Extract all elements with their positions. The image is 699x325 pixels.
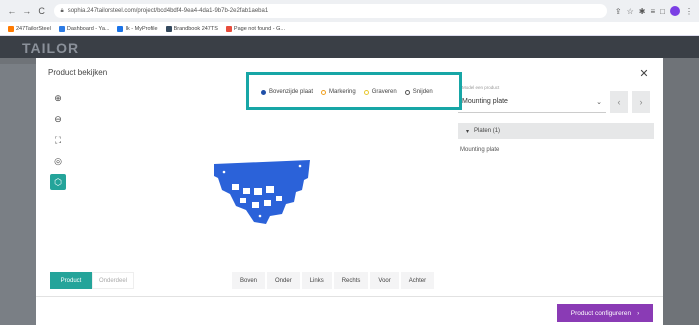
more-icon[interactable]: ⋮ [685,7,693,16]
zoom-out-icon[interactable]: ⊖ [50,111,66,127]
window-icon[interactable]: □ [660,7,665,16]
close-button[interactable]: ✕ [637,66,651,80]
product-part-toggle: Product Onderdeel [50,272,134,289]
browser-toolbar: ← → C 🔒︎ sophia.247tailorsteel.com/proje… [0,0,699,22]
app-logo: TAILOR [22,40,80,56]
bookmark-favicon-icon [8,25,14,32]
next-product-button[interactable]: › [632,90,650,113]
view-direction-bar: Boven Onder Links Rechts Voor Achter [232,272,435,289]
plate-hole [222,170,226,174]
url-text: sophia.247tailorsteel.com/project/bcd4bd… [67,8,269,14]
caret-down-icon: ▾ [466,128,470,135]
plate-list-item[interactable]: Mounting plate [458,147,654,153]
bookmarks-bar: 247TailorSteel Dashboard - Ya... Ik - MyPr… [0,22,699,36]
view-voor-button[interactable]: Voor [370,272,399,289]
fit-view-icon[interactable]: ⛶ [50,132,66,148]
legend-highlight-box [246,72,462,110]
address-bar[interactable]: 🔒︎ sophia.247tailorsteel.com/project/bcd… [54,4,607,18]
extensions-icon[interactable]: ✱ [639,7,646,16]
profile-avatar[interactable] [669,6,680,16]
tab-product[interactable]: Product [50,272,92,289]
plates-section-header[interactable]: ▾ Platen (1) [458,123,654,139]
view-links-button[interactable]: Links [301,272,332,289]
part-3d-model[interactable] [212,158,312,226]
view-rechts-button[interactable]: Rechts [333,272,369,289]
bookmark-label: 247TailorSteel [16,25,51,32]
bookmark-favicon-icon [165,25,172,32]
view-boven-button[interactable]: Boven [232,272,266,289]
product-sidebar: Model een product Mounting plate ⌄ ‹ › ▾… [458,85,654,153]
plates-header-label: Platen (1) [474,128,501,134]
view-onder-button[interactable]: Onder [267,272,300,289]
plate-hole [240,198,246,203]
previous-product-button[interactable]: ‹ [610,90,628,113]
menu-list-icon[interactable]: ≡ [650,7,655,16]
back-icon[interactable]: ← [6,4,18,18]
layers-icon[interactable]: ◎ [50,153,66,169]
bookmark-favicon-icon [58,25,65,32]
bookmark-item[interactable]: Dashboard - Ya... [58,25,110,32]
modal-title: Product bekijken [48,68,108,77]
plate-hole [266,186,274,193]
bookmark-item[interactable]: Ik - MyProfile [117,25,158,32]
bookmark-label: Ik - MyProfile [125,25,158,32]
product-select[interactable]: Mounting plate ⌄ [458,91,606,113]
footer-divider [36,296,663,297]
chevron-down-icon: ⌄ [596,98,602,106]
bookmark-item[interactable]: 247TailorSteel [8,25,51,32]
plate-hole [252,202,259,208]
zoom-in-icon[interactable]: ⊕ [50,90,66,106]
plate-hole [254,188,262,195]
bookmark-item[interactable]: Page not found - G... [225,25,285,32]
lock-icon: 🔒︎ [60,7,64,14]
viewer-toolbar: ⊕ ⊖ ⛶ ◎ ⬡ [50,90,66,190]
bookmark-item[interactable]: Brandbook 247TS [165,25,218,32]
plate-hole [243,188,250,194]
configure-product-button[interactable]: Product configureren › [557,304,653,322]
bookmark-label: Page not found - G... [233,25,285,32]
plate-hole [298,164,302,168]
bookmark-label: Dashboard - Ya... [66,25,110,32]
plate-hole [258,214,262,218]
plate-hole [276,196,282,201]
forward-icon[interactable]: → [21,4,33,18]
view-achter-button[interactable]: Achter [400,272,435,289]
configure-button-label: Product configureren [570,309,632,317]
product-select-value: Mounting plate [462,98,508,105]
reload-icon[interactable]: C [36,4,48,18]
bookmark-favicon-icon [117,25,124,32]
bookmark-favicon-icon [225,25,232,32]
star-icon[interactable]: ☆ [627,7,634,16]
cube-icon[interactable]: ⬡ [50,174,66,190]
chevron-right-icon: › [637,309,640,317]
app-sidebar [0,64,36,325]
bookmark-label: Brandbook 247TS [173,25,218,32]
plate-hole [232,184,239,190]
share-icon[interactable]: ⇪ [615,7,622,16]
app-header [0,36,699,58]
plate-hole [264,200,271,206]
tab-onderdeel[interactable]: Onderdeel [92,272,134,289]
